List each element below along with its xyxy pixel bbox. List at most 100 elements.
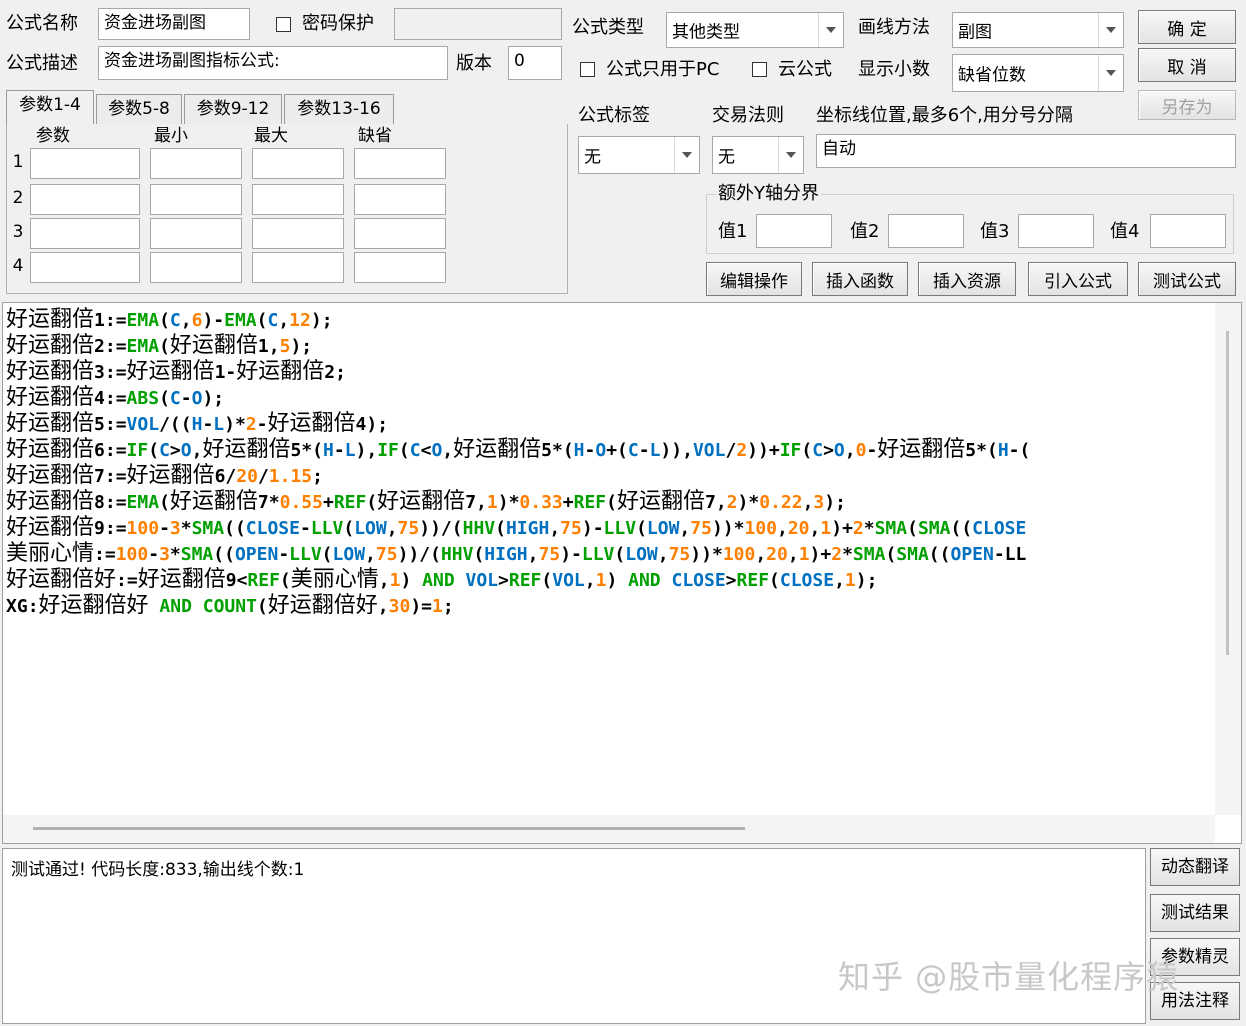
decimals-value: 缺省位数 (958, 65, 1026, 86)
value1-label: 值1 (718, 221, 748, 242)
value3-input[interactable] (1018, 214, 1094, 248)
code-line: 好运翻倍1:=EMA(C,6)-EMA(C,12); (6, 307, 333, 332)
param-row-number: 3 (12, 222, 24, 242)
horizontal-scrollbar[interactable] (3, 815, 1215, 843)
value4-label: 值4 (1110, 221, 1140, 242)
cloud-formula-label: 云公式 (778, 59, 832, 80)
param-4-default[interactable] (354, 252, 446, 283)
tab-params-9-12[interactable]: 参数9-12 (184, 94, 282, 124)
trade-rule-value: 无 (718, 147, 735, 168)
param-4-name[interactable] (30, 252, 140, 283)
param-3-default[interactable] (354, 218, 446, 249)
formula-type-value: 其他类型 (672, 22, 740, 43)
decimals-select[interactable]: 缺省位数 (952, 54, 1124, 92)
draw-method-select[interactable]: 副图 (952, 12, 1124, 48)
value2-label: 值2 (850, 221, 880, 242)
chevron-down-icon[interactable] (778, 137, 803, 173)
param-4-max[interactable] (252, 252, 344, 283)
param-row-number: 1 (12, 152, 24, 172)
param-3-max[interactable] (252, 218, 344, 249)
value3-label: 值3 (980, 221, 1010, 242)
code-line: 美丽心情:=100-3*SMA((OPEN-LLV(LOW,75))/(HHV(… (6, 541, 1027, 566)
param-3-name[interactable] (30, 218, 140, 249)
code-line: 好运翻倍6:=IF(C>O,好运翻倍5*(H-L),IF(C<O,好运翻倍5*(… (6, 437, 1031, 462)
tab-params-13-16[interactable]: 参数13-16 (284, 94, 394, 124)
formula-name-label: 公式名称 (6, 13, 78, 34)
param-4-min[interactable] (150, 252, 242, 283)
formula-desc-input[interactable]: 资金进场副图指标公式: (98, 46, 448, 80)
ok-button[interactable]: 确 定 (1138, 10, 1236, 44)
chevron-down-icon[interactable] (674, 137, 699, 173)
code-line: 好运翻倍2:=EMA(好运翻倍1,5); (6, 333, 313, 358)
code-line: 好运翻倍7:=好运翻倍6/20/1.15; (6, 463, 323, 488)
code-line: 好运翻倍5:=VOL/((H-L)*2-好运翻倍4); (6, 411, 389, 436)
formula-name-input[interactable]: 资金进场副图 (98, 8, 250, 40)
param-2-name[interactable] (30, 184, 140, 215)
pc-only-checkbox[interactable] (580, 62, 595, 77)
value1-input[interactable] (756, 214, 832, 248)
decimals-label: 显示小数 (858, 59, 930, 80)
param-col-default: 缺省 (358, 126, 392, 146)
watermark: 知乎 @股市量化程序猿 (838, 958, 1180, 996)
pc-only-label: 公式只用于PC (606, 59, 720, 80)
formula-tag-select[interactable]: 无 (578, 136, 700, 174)
insert-function-button[interactable]: 插入函数 (812, 262, 908, 296)
code-editor[interactable]: 好运翻倍1:=EMA(C,6)-EMA(C,12); 好运翻倍2:=EMA(好运翻… (2, 302, 1242, 844)
param-2-default[interactable] (354, 184, 446, 215)
code-line: 好运翻倍9:=100-3*SMA((CLOSE-LLV(LOW,75))/(HH… (6, 515, 1027, 540)
formula-type-select[interactable]: 其他类型 (666, 12, 844, 48)
chevron-down-icon[interactable] (1098, 55, 1123, 91)
password-input[interactable] (394, 8, 562, 40)
code-line: 好运翻倍好:=好运翻倍9<REF(美丽心情,1) AND VOL>REF(VOL… (6, 567, 878, 592)
tab-params-1-4[interactable]: 参数1-4 (6, 90, 94, 124)
param-2-min[interactable] (150, 184, 242, 215)
version-label: 版本 (456, 53, 492, 74)
axis-lines-input[interactable]: 自动 (816, 134, 1236, 168)
dynamic-translate-button[interactable]: 动态翻译 (1150, 848, 1240, 886)
param-row-number: 2 (12, 188, 24, 208)
draw-method-label: 画线方法 (858, 17, 930, 38)
password-checkbox[interactable] (276, 17, 291, 32)
horizontal-scroll-thumb[interactable] (33, 827, 745, 830)
param-col-max: 最大 (254, 126, 288, 146)
insert-resource-button[interactable]: 插入资源 (918, 262, 1016, 296)
code-line: 好运翻倍3:=好运翻倍1-好运翻倍2; (6, 359, 346, 384)
code-line: 好运翻倍8:=EMA(好运翻倍7*0.55+REF(好运翻倍7,1)*0.33+… (6, 489, 846, 514)
param-1-max[interactable] (252, 148, 344, 179)
param-1-name[interactable] (30, 148, 140, 179)
cancel-button[interactable]: 取 消 (1138, 48, 1236, 82)
param-row-number: 4 (12, 256, 24, 276)
version-input[interactable]: 0 (508, 46, 562, 80)
edit-ops-button[interactable]: 编辑操作 (706, 262, 802, 296)
value4-input[interactable] (1150, 214, 1226, 248)
param-1-default[interactable] (354, 148, 446, 179)
trade-rule-label: 交易法则 (712, 105, 784, 126)
param-col-min: 最小 (154, 126, 188, 146)
vertical-scroll-thumb[interactable] (1226, 331, 1229, 655)
code-line: 好运翻倍4:=ABS(C-O); (6, 385, 225, 410)
formula-desc-label: 公式描述 (6, 53, 78, 74)
formula-type-label: 公式类型 (572, 17, 644, 38)
test-formula-button[interactable]: 测试公式 (1138, 262, 1236, 296)
axis-lines-label: 坐标线位置,最多6个,用分号分隔 (816, 105, 1073, 126)
chevron-down-icon[interactable] (818, 13, 843, 47)
import-formula-button[interactable]: 引入公式 (1028, 262, 1128, 296)
test-result-message: 测试通过! 代码长度:833,输出线个数:1 (11, 860, 305, 880)
draw-method-value: 副图 (958, 22, 992, 43)
formula-tag-label: 公式标签 (578, 105, 650, 126)
vertical-scrollbar[interactable] (1215, 303, 1241, 815)
param-1-min[interactable] (150, 148, 242, 179)
param-3-min[interactable] (150, 218, 242, 249)
value2-input[interactable] (888, 214, 964, 248)
test-result-button[interactable]: 测试结果 (1150, 894, 1240, 932)
trade-rule-select[interactable]: 无 (712, 136, 804, 174)
param-col-name: 参数 (36, 126, 70, 146)
password-label: 密码保护 (302, 13, 374, 34)
extra-y-axis-label: 额外Y轴分界 (716, 182, 821, 206)
chevron-down-icon[interactable] (1098, 13, 1123, 47)
cloud-formula-checkbox[interactable] (752, 62, 767, 77)
param-2-max[interactable] (252, 184, 344, 215)
code-line: XG:好运翻倍好 AND COUNT(好运翻倍好,30)=1; (6, 593, 454, 618)
tab-params-5-8[interactable]: 参数5-8 (96, 94, 182, 124)
save-as-button[interactable]: 另存为 (1138, 90, 1236, 120)
